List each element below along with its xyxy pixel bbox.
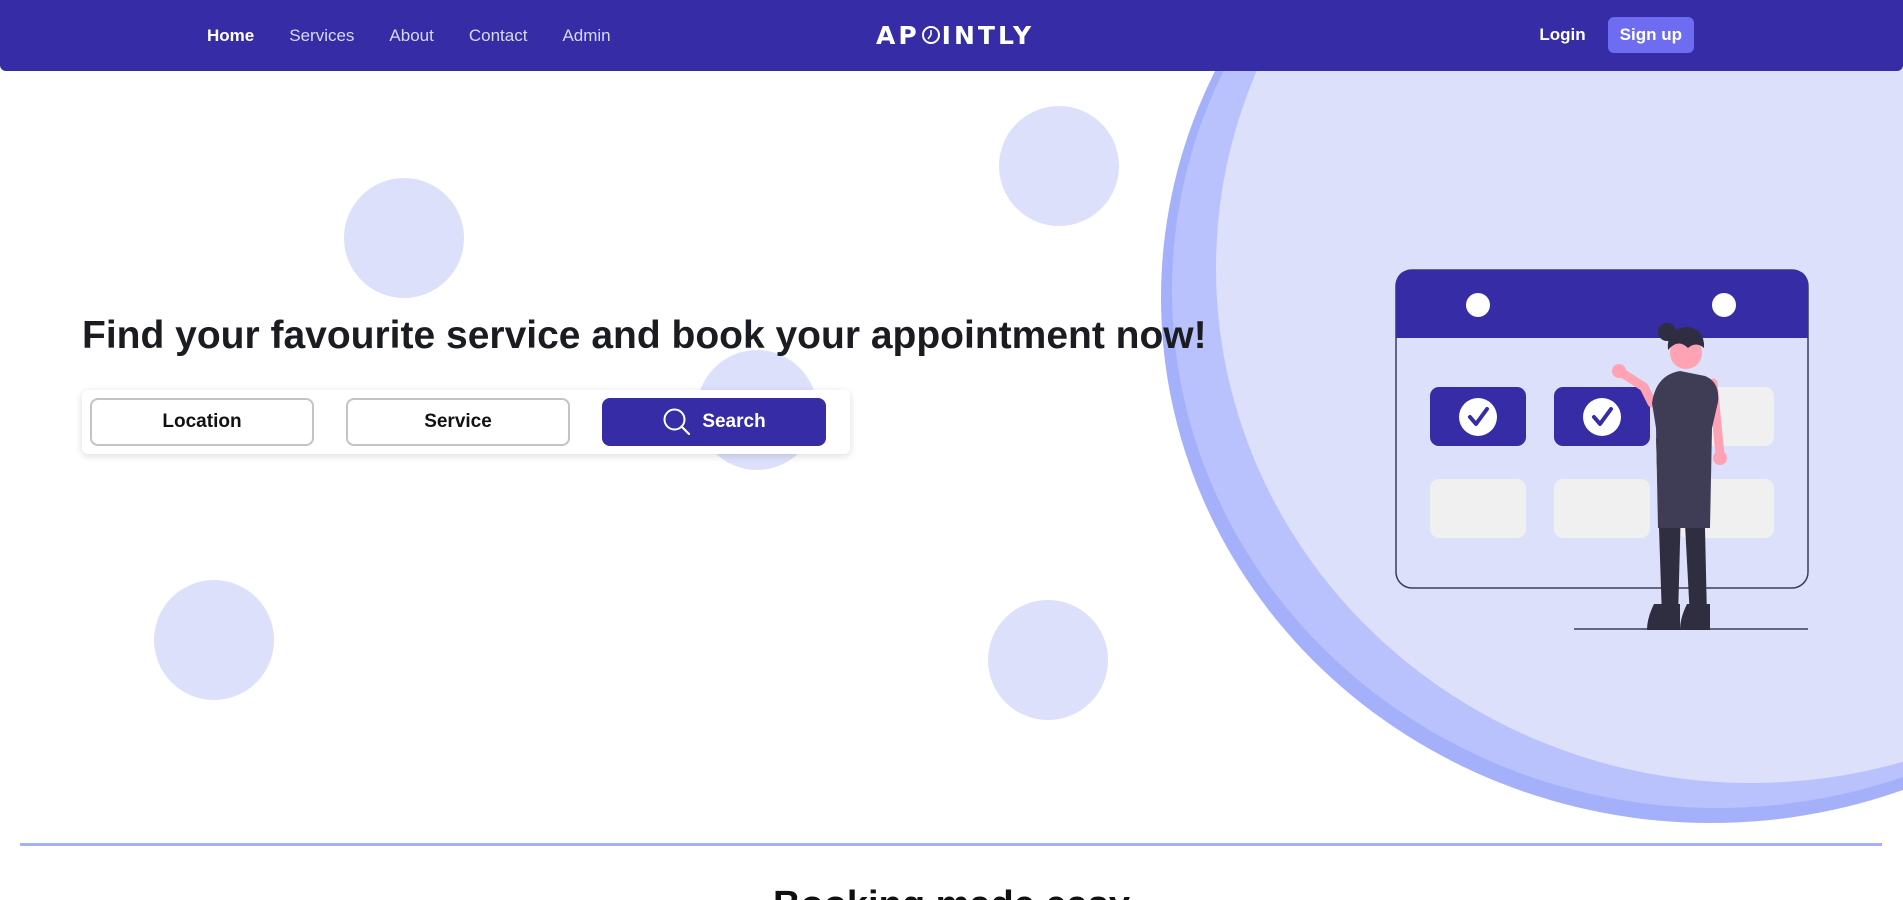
nav-links: Home Services About Contact Admin (207, 0, 611, 71)
search-button-label: Search (702, 411, 766, 432)
decorative-bubble (154, 580, 274, 700)
calendar-ring (1466, 293, 1490, 317)
search-icon (663, 408, 691, 436)
logo-text-right: INTLY (941, 20, 1035, 50)
signup-button[interactable]: Sign up (1607, 17, 1694, 53)
calendar-illustration (1395, 269, 1809, 630)
nav-link-services[interactable]: Services (289, 26, 354, 46)
page: Home Services About Contact Admin AP INT… (0, 0, 1903, 900)
search-bar: Location Service Search (82, 390, 850, 454)
search-button[interactable]: Search (602, 398, 826, 446)
nav-link-contact[interactable]: Contact (469, 26, 528, 46)
decorative-bubble (344, 178, 464, 298)
calendar-day-empty (1554, 479, 1650, 538)
decorative-bubble (988, 600, 1108, 720)
nav-link-admin[interactable]: Admin (562, 26, 610, 46)
decorative-bubble (999, 106, 1119, 226)
section-heading: Booking made easy (0, 884, 1903, 900)
hero-title: Find your favourite service and book you… (82, 314, 1207, 357)
location-select[interactable]: Location (90, 398, 314, 446)
section-divider (20, 843, 1882, 846)
calendar-day-empty (1430, 479, 1526, 538)
nav-link-about[interactable]: About (389, 26, 433, 46)
logo-text-left: AP (876, 20, 920, 50)
auth-actions: Login Sign up (1539, 17, 1694, 53)
navbar: Home Services About Contact Admin AP INT… (0, 0, 1903, 71)
service-select[interactable]: Service (346, 398, 570, 446)
nav-link-home[interactable]: Home (207, 26, 254, 46)
calendar-ring (1712, 293, 1736, 317)
service-label: Service (424, 411, 492, 432)
location-label: Location (162, 411, 242, 432)
clock-icon (921, 26, 940, 44)
logo[interactable]: AP INTLY (876, 17, 1034, 53)
login-link[interactable]: Login (1539, 25, 1585, 45)
